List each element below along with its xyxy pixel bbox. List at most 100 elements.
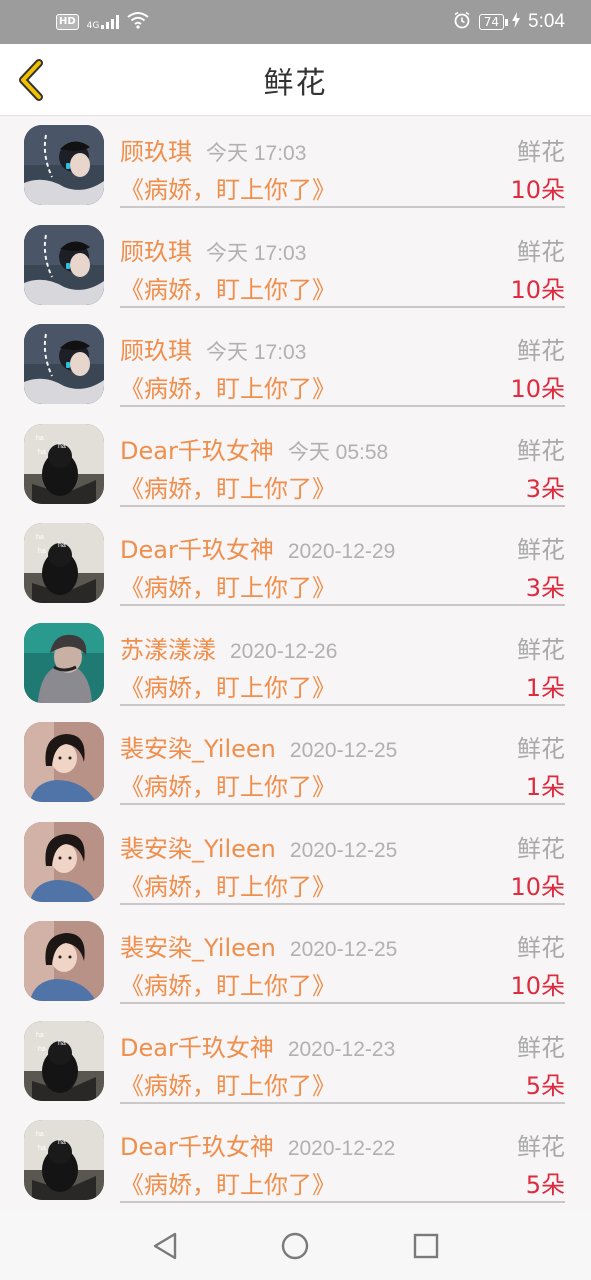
list-item[interactable]: ha ha ha Dear千玖女神 2020-12-29 鲜花 《病娇，盯上你了》… bbox=[0, 514, 591, 614]
svg-text:ha: ha bbox=[58, 1040, 66, 1047]
gift-count: 3朵 bbox=[525, 574, 565, 602]
record-time: 2020-12-25 bbox=[289, 938, 398, 961]
row-body: Dear千玖女神 2020-12-22 鲜花 《病娇，盯上你了》 5朵 bbox=[120, 1111, 565, 1203]
user-name-text[interactable]: Dear千玖女神 bbox=[120, 1133, 274, 1161]
gift-type: 鲜花 bbox=[517, 436, 565, 465]
nav-home-button[interactable] bbox=[275, 1226, 315, 1266]
user-name-text[interactable]: Dear千玖女神 bbox=[120, 1034, 274, 1062]
list-item[interactable]: ha ha ha Dear千玖女神 2020-12-23 鲜花 《病娇，盯上你了》… bbox=[0, 1012, 591, 1112]
book-title[interactable]: 《病娇，盯上你了》 bbox=[120, 469, 336, 504]
user-name-text[interactable]: 顾玖琪 bbox=[120, 138, 192, 166]
gift-type: 鲜花 bbox=[517, 635, 565, 664]
gift-type: 鲜花 bbox=[517, 934, 565, 962]
list-item[interactable]: 顾玖琪 今天 17:03 鲜花 《病娇，盯上你了》 10朵 bbox=[0, 116, 591, 216]
gift-count: 10朵 bbox=[510, 375, 565, 403]
wifi-icon bbox=[127, 11, 149, 34]
book-title[interactable]: 《病娇，盯上你了》 bbox=[120, 867, 336, 902]
user-name-text[interactable]: 顾玖琪 bbox=[120, 238, 192, 266]
book-title[interactable]: 《病娇，盯上你了》 bbox=[120, 668, 336, 703]
gift-type: 鲜花 bbox=[517, 1033, 565, 1062]
record-time: 2020-12-25 bbox=[289, 739, 398, 762]
list-item[interactable]: ha ha ha Dear千玖女神 今天 05:58 鲜花 《病娇，盯上你了》 3… bbox=[0, 415, 591, 515]
record-time: 今天 17:03 bbox=[206, 341, 307, 364]
gift-type: 鲜花 bbox=[517, 337, 565, 365]
gift-type: 鲜花 bbox=[517, 536, 565, 564]
name-time-line: 裴安染_Yileen 2020-12-25 bbox=[120, 829, 397, 864]
book-title[interactable]: 《病娇，盯上你了》 bbox=[120, 369, 336, 404]
signal-type: 4G bbox=[86, 20, 100, 31]
svg-text:ha: ha bbox=[58, 1139, 66, 1146]
avatar[interactable]: ha ha ha bbox=[24, 523, 104, 603]
battery-icon: 74 bbox=[478, 14, 509, 30]
row-body: 裴安染_Yileen 2020-12-25 鲜花 《病娇，盯上你了》 1朵 bbox=[120, 713, 565, 805]
list-item[interactable]: 裴安染_Yileen 2020-12-25 鲜花 《病娇，盯上你了》 10朵 bbox=[0, 813, 591, 913]
alarm-icon bbox=[453, 11, 471, 34]
book-title[interactable]: 《病娇，盯上你了》 bbox=[120, 170, 336, 205]
avatar[interactable] bbox=[24, 224, 104, 305]
avatar[interactable] bbox=[24, 821, 104, 902]
book-title[interactable]: 《病娇，盯上你了》 bbox=[120, 966, 336, 1001]
avatar[interactable] bbox=[24, 125, 104, 205]
nav-recents-button[interactable] bbox=[406, 1226, 446, 1266]
list-item[interactable]: 顾玖琪 今天 17:03 鲜花 《病娇，盯上你了》 10朵 bbox=[0, 315, 591, 415]
avatar[interactable]: ha ha ha bbox=[24, 1020, 104, 1101]
avatar[interactable]: ha ha ha bbox=[24, 423, 104, 504]
book-title[interactable]: 《病娇，盯上你了》 bbox=[120, 1165, 336, 1200]
gift-count: 10朵 bbox=[510, 872, 565, 901]
user-name-text[interactable]: 裴安染_Yileen bbox=[120, 934, 276, 962]
book-title[interactable]: 《病娇，盯上你了》 bbox=[120, 1066, 336, 1101]
list-item[interactable]: 苏漾漾漾 2020-12-26 鲜花 《病娇，盯上你了》 1朵 bbox=[0, 614, 591, 714]
charging-icon bbox=[512, 11, 521, 33]
record-time: 2020-12-22 bbox=[287, 1137, 396, 1160]
user-name-text[interactable]: 裴安染_Yileen bbox=[120, 835, 276, 863]
list-item[interactable]: 顾玖琪 今天 17:03 鲜花 《病娇，盯上你了》 10朵 bbox=[0, 216, 591, 316]
avatar[interactable] bbox=[24, 324, 104, 404]
book-title[interactable]: 《病娇，盯上你了》 bbox=[120, 568, 336, 603]
home-circle-icon bbox=[282, 1232, 309, 1260]
svg-text:ha: ha bbox=[38, 1046, 46, 1053]
nav-back-button[interactable] bbox=[145, 1226, 185, 1266]
record-time: 2020-12-26 bbox=[230, 639, 338, 663]
avatar[interactable] bbox=[24, 921, 104, 1001]
svg-text:ha: ha bbox=[36, 1131, 44, 1138]
row-body: 顾玖琪 今天 17:03 鲜花 《病娇，盯上你了》 10朵 bbox=[120, 315, 565, 407]
gift-count: 1朵 bbox=[525, 673, 565, 702]
svg-text:ha: ha bbox=[58, 542, 66, 549]
user-name-text[interactable]: 顾玖琪 bbox=[120, 337, 192, 365]
gift-count: 5朵 bbox=[525, 1171, 565, 1199]
list-item[interactable]: 裴安染_Yileen 2020-12-25 鲜花 《病娇，盯上你了》 10朵 bbox=[0, 912, 591, 1012]
back-button[interactable] bbox=[14, 58, 50, 102]
list-item[interactable]: 裴安染_Yileen 2020-12-25 鲜花 《病娇，盯上你了》 1朵 bbox=[0, 713, 591, 813]
gift-record-list: 顾玖琪 今天 17:03 鲜花 《病娇，盯上你了》 10朵 顾玖琪 今天 17:03… bbox=[0, 116, 591, 1211]
user-name-text[interactable]: Dear千玖女神 bbox=[120, 437, 274, 465]
svg-text:ha: ha bbox=[36, 1032, 44, 1039]
user-name-text[interactable]: 裴安染_Yileen bbox=[120, 735, 276, 763]
book-title[interactable]: 《病娇，盯上你了》 bbox=[120, 270, 336, 305]
gift-count: 3朵 bbox=[525, 474, 565, 503]
gift-count: 5朵 bbox=[525, 1071, 565, 1100]
name-time-line: 苏漾漾漾 2020-12-26 bbox=[120, 630, 337, 665]
name-time-line: Dear千玖女神 2020-12-29 bbox=[120, 530, 395, 565]
hd-icon: HD bbox=[56, 14, 79, 30]
gift-type: 鲜花 bbox=[517, 1133, 565, 1161]
back-triangle-icon bbox=[153, 1232, 177, 1260]
page-title: 鲜花 bbox=[263, 65, 328, 101]
user-name-text[interactable]: Dear千玖女神 bbox=[120, 536, 274, 564]
svg-text:ha: ha bbox=[38, 449, 46, 456]
name-time-line: 顾玖琪 今天 17:03 bbox=[120, 331, 306, 366]
svg-text:ha: ha bbox=[58, 443, 66, 450]
avatar[interactable] bbox=[24, 622, 104, 703]
name-time-line: 裴安染_Yileen 2020-12-25 bbox=[120, 729, 397, 764]
row-body: Dear千玖女神 2020-12-23 鲜花 《病娇，盯上你了》 5朵 bbox=[120, 1012, 565, 1104]
book-title[interactable]: 《病娇，盯上你了》 bbox=[120, 767, 336, 802]
gift-type: 鲜花 bbox=[517, 237, 565, 266]
record-time: 2020-12-23 bbox=[287, 1037, 396, 1061]
avatar[interactable] bbox=[24, 722, 104, 802]
user-name-text[interactable]: 苏漾漾漾 bbox=[120, 636, 216, 664]
avatar[interactable]: ha ha ha bbox=[24, 1120, 104, 1200]
list-item[interactable]: ha ha ha Dear千玖女神 2020-12-22 鲜花 《病娇，盯上你了》… bbox=[0, 1111, 591, 1211]
clock: 5:04 bbox=[528, 11, 565, 32]
name-time-line: Dear千玖女神 今天 05:58 bbox=[120, 431, 388, 466]
record-time: 2020-12-25 bbox=[289, 838, 398, 862]
gift-count: 1朵 bbox=[525, 773, 565, 801]
